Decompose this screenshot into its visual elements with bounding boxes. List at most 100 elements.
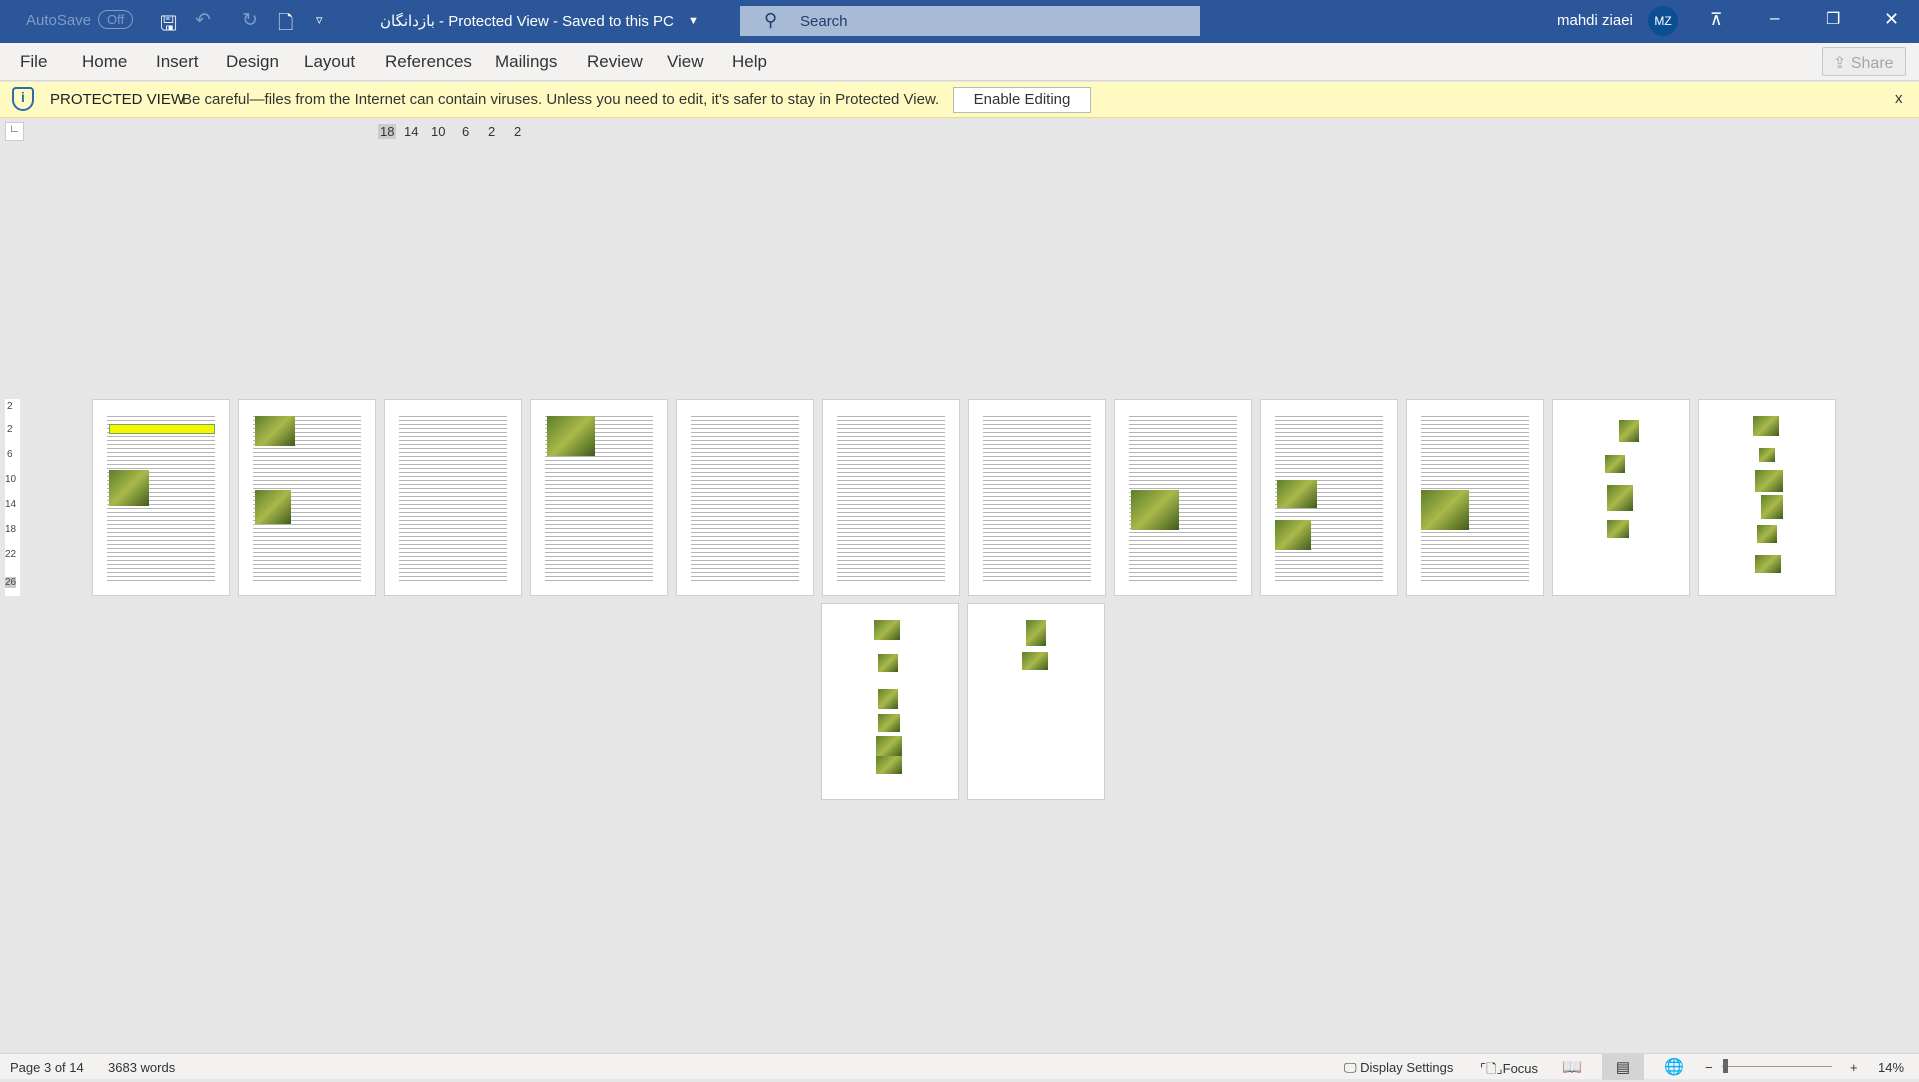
- tab-help[interactable]: Help: [732, 52, 767, 72]
- page-image: [1759, 448, 1775, 462]
- focus-label: Focus: [1502, 1061, 1539, 1076]
- page-image: [547, 416, 595, 456]
- page-image: [1277, 480, 1317, 508]
- tab-home[interactable]: Home: [82, 52, 127, 72]
- ruler-tick: 26: [5, 577, 17, 588]
- ruler-tick: 10: [5, 474, 17, 485]
- share-button[interactable]: ⇪ Share: [1822, 47, 1906, 76]
- tab-selector[interactable]: ∟: [5, 122, 24, 141]
- page-thumbnail[interactable]: [1260, 399, 1398, 596]
- search-input[interactable]: ⚲ Search: [740, 6, 1200, 36]
- page-thumbnail[interactable]: [1552, 399, 1690, 596]
- page-thumbnail[interactable]: [238, 399, 376, 596]
- share-icon: ⇪: [1833, 55, 1851, 72]
- title-dropdown-icon[interactable]: ▼: [688, 15, 699, 27]
- page-image: [1607, 485, 1633, 511]
- page-thumbnail[interactable]: [968, 399, 1106, 596]
- new-document-icon[interactable]: 🗋: [278, 9, 293, 41]
- search-placeholder: Search: [800, 13, 848, 30]
- ruler-tick: 6: [462, 124, 470, 139]
- page-thumbnail[interactable]: [822, 399, 960, 596]
- page-thumbnail[interactable]: [92, 399, 230, 596]
- page-image: [1757, 525, 1777, 543]
- autosave-label: AutoSave: [26, 12, 92, 29]
- page-image: [255, 490, 291, 524]
- page-image: [1607, 520, 1629, 538]
- ruler-tick: 2: [514, 124, 522, 139]
- page-image: [255, 416, 295, 446]
- tab-view[interactable]: View: [667, 52, 704, 72]
- page-image: [1605, 455, 1625, 473]
- zoom-slider[interactable]: [1722, 1066, 1832, 1067]
- protected-view-message: Be careful—files from the Internet can c…: [182, 91, 940, 108]
- page-thumbnail[interactable]: [676, 399, 814, 596]
- page-count[interactable]: Page 3 of 14: [10, 1060, 84, 1075]
- page-thumbnail[interactable]: [530, 399, 668, 596]
- page-image: [1131, 490, 1179, 530]
- page-image: [876, 736, 902, 756]
- page-image: [874, 620, 900, 640]
- tab-references[interactable]: References: [385, 52, 472, 72]
- tab-design[interactable]: Design: [226, 52, 279, 72]
- zoom-out-icon[interactable]: −: [1705, 1060, 1713, 1075]
- page-thumbnail[interactable]: [821, 603, 959, 800]
- page-image: [1753, 416, 1779, 436]
- page-thumbnail[interactable]: [1698, 399, 1836, 596]
- word-count[interactable]: 3683 words: [108, 1060, 175, 1075]
- minimize-icon[interactable]: –: [1770, 8, 1779, 28]
- autosave-toggle[interactable]: Off: [98, 10, 134, 29]
- page-image: [1761, 495, 1783, 519]
- redo-icon[interactable]: ↻: [242, 9, 258, 32]
- ruler-tick: 14: [5, 499, 17, 510]
- page-image: [878, 714, 900, 732]
- page-image: [876, 756, 902, 774]
- page-thumbnail[interactable]: [1406, 399, 1544, 596]
- ruler-tick: 2: [7, 424, 13, 435]
- close-icon[interactable]: ✕: [1884, 9, 1899, 30]
- page-thumbnail[interactable]: [967, 603, 1105, 800]
- display-settings-button[interactable]: 🖵 Display Settings: [1344, 1060, 1453, 1076]
- tab-review[interactable]: Review: [587, 52, 643, 72]
- close-bar-icon[interactable]: x: [1895, 90, 1903, 107]
- ruler-tick: 2: [7, 401, 13, 412]
- menu-bar: File Home Insert Design Layout Reference…: [0, 43, 1919, 81]
- page-image: [1619, 420, 1639, 442]
- display-settings-icon: 🖵: [1344, 1060, 1361, 1075]
- ruler-tick: 10: [431, 124, 446, 139]
- page-text: [399, 414, 507, 581]
- user-name[interactable]: mahdi ziaei: [1557, 12, 1633, 29]
- restore-icon[interactable]: ❐: [1826, 9, 1840, 29]
- tab-insert[interactable]: Insert: [156, 52, 199, 72]
- customize-toolbar-icon[interactable]: ▿: [316, 12, 323, 28]
- shield-info-icon: i: [12, 87, 34, 111]
- vertical-ruler[interactable]: 2 2 6 10 14 18 22 26: [5, 399, 20, 596]
- page-image: [1022, 652, 1048, 670]
- zoom-in-icon[interactable]: +: [1850, 1060, 1858, 1075]
- zoom-slider-thumb[interactable]: [1723, 1059, 1728, 1073]
- tab-layout[interactable]: Layout: [304, 52, 355, 72]
- print-layout-icon[interactable]: ▤: [1602, 1054, 1644, 1080]
- page-text: [691, 414, 799, 581]
- document-title[interactable]: بازدانگان - Protected View - Saved to th…: [380, 12, 674, 30]
- page-thumbnail[interactable]: [1114, 399, 1252, 596]
- enable-editing-button[interactable]: Enable Editing: [953, 87, 1091, 113]
- page-thumbnail[interactable]: [384, 399, 522, 596]
- page-image: [109, 470, 149, 506]
- page-image: [1421, 490, 1469, 530]
- avatar[interactable]: MZ: [1648, 6, 1678, 36]
- status-bar: Page 3 of 14 3683 words 🖵 Display Settin…: [0, 1053, 1919, 1080]
- display-settings-label: Display Settings: [1360, 1060, 1454, 1075]
- zoom-level[interactable]: 14%: [1878, 1060, 1904, 1075]
- undo-icon[interactable]: ↶: [195, 9, 211, 32]
- tab-file[interactable]: File: [20, 52, 47, 72]
- highlighted-title: [109, 424, 215, 434]
- share-label: Share: [1850, 55, 1894, 72]
- page-image: [1755, 470, 1783, 492]
- page-image: [878, 654, 898, 672]
- web-layout-icon[interactable]: 🌐: [1664, 1057, 1684, 1077]
- read-mode-icon[interactable]: 📖: [1562, 1057, 1582, 1077]
- tab-mailings[interactable]: Mailings: [495, 52, 557, 72]
- save-icon[interactable]: 🖫: [160, 9, 177, 43]
- ruler-tick: 22: [5, 549, 17, 560]
- ribbon-display-icon[interactable]: ⊼: [1710, 10, 1722, 30]
